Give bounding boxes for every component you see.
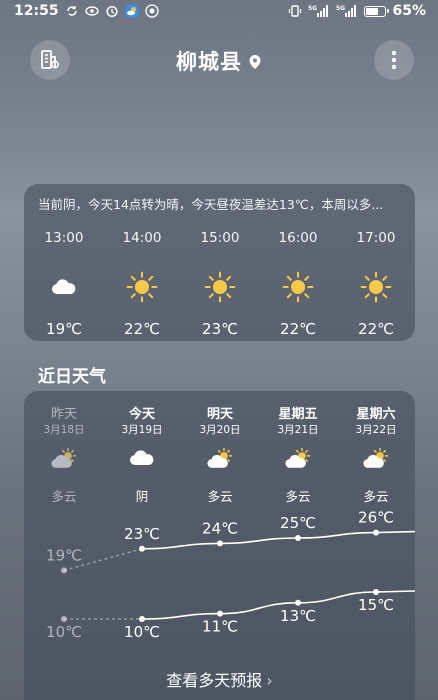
battery-percent: 65% [392, 3, 426, 19]
low-temp-label: 10℃ [124, 623, 160, 641]
hour-item: 16:00 22℃ [259, 230, 337, 338]
temperature-chart: 19℃ 23℃ 24℃ 25℃ 26℃ 10℃ 10℃ 11℃ 13℃ 15℃ [46, 509, 415, 641]
hour-temp: 22℃ [280, 320, 316, 338]
svg-text:5G: 5G [336, 5, 345, 12]
low-temp-point [217, 610, 223, 617]
high-temp-point [295, 535, 301, 541]
eye-icon [84, 6, 99, 16]
high-temp-point [373, 529, 379, 536]
sun-icon [360, 271, 392, 303]
sync-icon [66, 6, 77, 16]
hour-temp: 22℃ [358, 320, 394, 338]
vibrate-icon [289, 5, 302, 17]
hour-time: 15:00 [200, 230, 240, 246]
svg-text:5G: 5G [308, 5, 317, 12]
hour-item: 15:00 23℃ [181, 230, 259, 338]
hour-temp: 23℃ [202, 320, 238, 338]
low-temp-label: 15℃ [358, 596, 394, 614]
low-temp-point [373, 589, 379, 595]
city-name: 柳城县 [176, 50, 242, 74]
signal-5g-icon: 5G [336, 5, 357, 17]
hour-icon [25, 270, 103, 304]
low-temp-point [139, 616, 145, 622]
high-temp-point [217, 540, 223, 547]
high-temp-label: 24℃ [202, 519, 238, 537]
more-forecast-label: 查看多天预报 [166, 671, 263, 690]
hour-time: 16:00 [278, 230, 318, 246]
cloud-icon [52, 279, 76, 294]
high-temp-label: 23℃ [124, 525, 160, 543]
high-temp-point [61, 567, 67, 574]
low-temp-point [295, 599, 301, 606]
alarm-icon [106, 5, 118, 18]
high-temp-label: 25℃ [280, 514, 316, 532]
status-time: 12:55 [14, 3, 59, 19]
sun-icon [126, 271, 158, 303]
more-vertical-icon [391, 50, 397, 70]
low-temp-label: 13℃ [280, 607, 316, 625]
signal-5g-icon: 5G [308, 5, 329, 17]
more-forecast-link[interactable]: 查看多天预报 › [24, 667, 415, 691]
section-title-recent: 近日天气 [38, 367, 106, 387]
high-temp-label: 26℃ [358, 509, 394, 527]
high-temp-point [139, 545, 145, 552]
low-temp-label: 10℃ [46, 623, 82, 641]
status-bar: 12:55 5G 5G 65% [0, 0, 438, 22]
notification-icon [144, 4, 159, 18]
hour-icon [337, 270, 415, 304]
city-title[interactable]: 柳城县 [0, 46, 438, 76]
weather-app-icon [125, 4, 139, 18]
weather-summary[interactable]: 当前阴，今天14点转为晴，今天昼夜温差达13℃，本周以多... [38, 194, 404, 214]
daily-forecast-card: 昨天 3月18日 多云 今天 3月19日阴明天 3月20日 多云 星期五 3月21日 多云 星期六 3… [24, 391, 415, 700]
hour-time: 14:00 [122, 230, 162, 246]
more-button[interactable] [374, 40, 414, 80]
hourly-forecast-card: 当前阴，今天14点转为晴，今天昼夜温差达13℃，本周以多... 13:00 19℃… [24, 184, 415, 341]
hour-temp: 19℃ [46, 320, 82, 338]
hour-temp: 22℃ [124, 320, 160, 338]
header: 柳城县 [0, 38, 438, 82]
hour-item: 13:00 19℃ [25, 230, 103, 338]
hour-icon [103, 270, 181, 304]
chevron-right-icon: › [266, 671, 273, 690]
hour-time: 13:00 [44, 230, 84, 246]
battery-icon [364, 5, 390, 17]
low-temp-label: 11℃ [202, 618, 238, 636]
hour-icon [181, 270, 259, 304]
sun-icon [282, 271, 314, 303]
sun-icon [204, 271, 236, 303]
hour-item: 17:00 22℃ [337, 230, 415, 338]
hour-item: 14:00 22℃ [103, 230, 181, 338]
low-temp-point [61, 616, 67, 622]
hour-icon [259, 270, 337, 304]
hour-time: 17:00 [356, 230, 396, 246]
location-pin-icon [248, 51, 262, 75]
high-temp-label: 19℃ [46, 546, 82, 564]
